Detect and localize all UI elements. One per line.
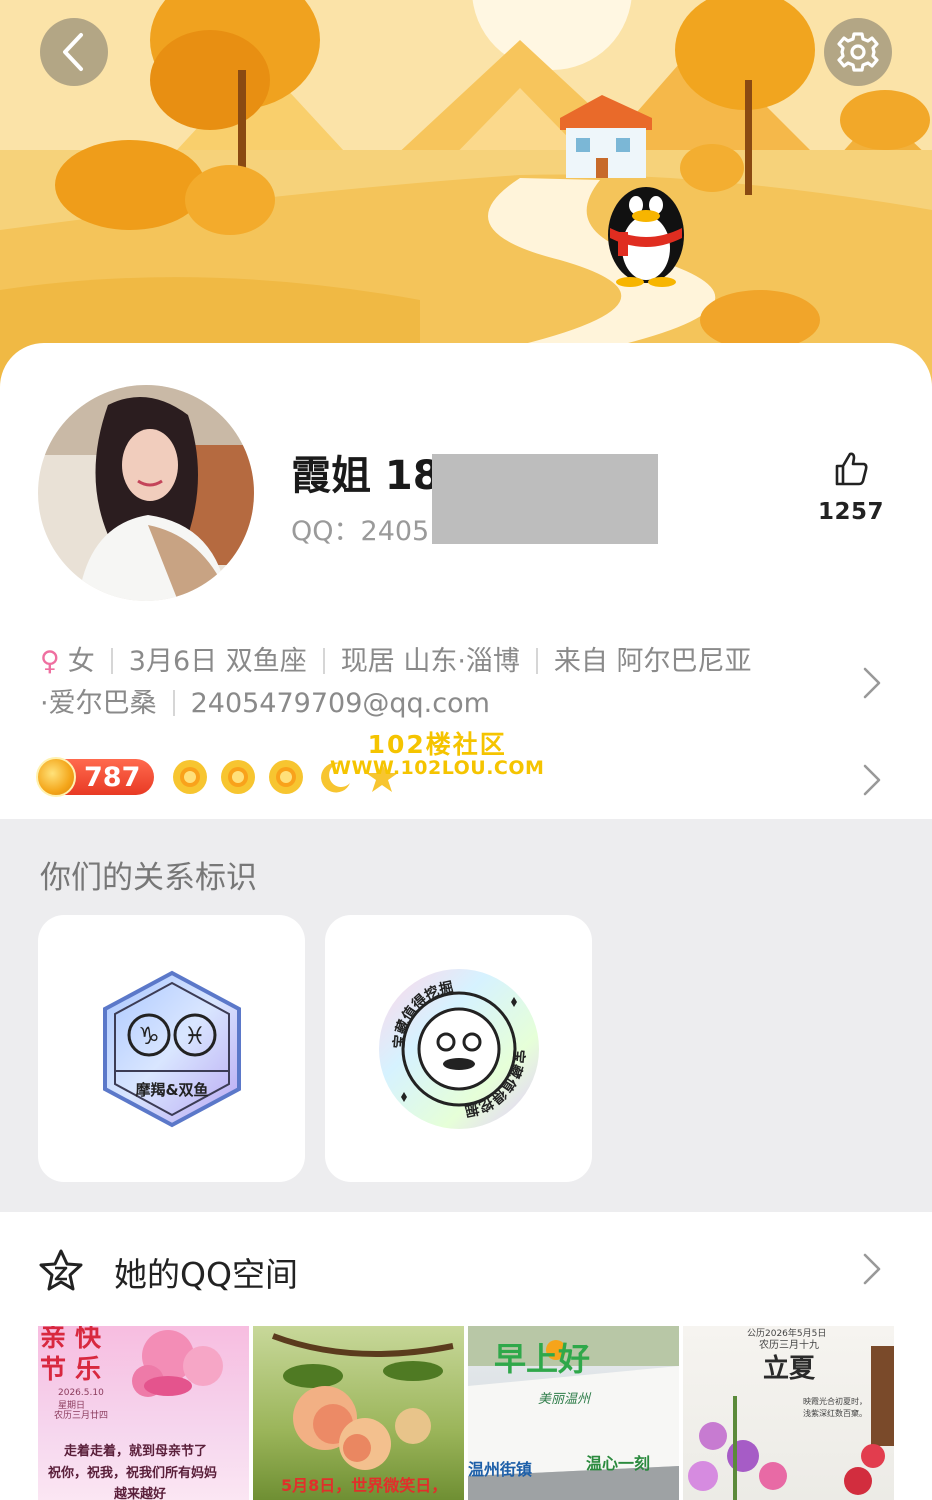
watermark: 102楼社区 WWW.102LOU.COM (330, 725, 544, 779)
gear-icon (837, 32, 879, 72)
avatar[interactable] (38, 385, 254, 601)
divider (322, 648, 325, 674)
chevron-right-icon[interactable] (862, 666, 882, 700)
like-count: 1257 (817, 499, 884, 525)
hometown-text-cont: ·爱尔巴桑 (40, 688, 157, 719)
level-points: 787 (84, 761, 141, 793)
sun-icon (221, 760, 256, 794)
female-icon: ♀ (40, 646, 60, 677)
divider (110, 648, 113, 674)
treasure-badge-icon: 宝藏值得挖掘 宝藏值得挖掘 (378, 968, 539, 1129)
chevron-left-icon (63, 33, 83, 71)
settings-button[interactable] (824, 18, 892, 86)
profile-info[interactable]: ♀ 女 3月6日 双鱼座 现居 山东·淄博 来自 阿尔巴尼亚 ·爱尔巴桑 240547970… (40, 641, 830, 725)
chevron-right-icon[interactable] (862, 763, 882, 797)
thumbs-up-icon (835, 452, 868, 486)
back-button[interactable] (40, 18, 108, 86)
qzone-photo[interactable]: 早上好 美丽温州 温心一刻 温州街镇 (468, 1326, 679, 1500)
photo-title: 早上好 (494, 1340, 591, 1378)
profile-card: 霞姐 18 QQ：2405 1257 ♀ 女 3月6日 双鱼座 现居 山东·淄博 来自 … (0, 343, 932, 819)
cover-image (0, 0, 932, 400)
qzone-photo[interactable]: 公历2026年5月5日 农历三月十九 立夏 映霞光合初夏时， 浅紫深红数百窠。 (683, 1326, 894, 1500)
sun-icon (173, 760, 208, 794)
photo-sub: 美丽温州 (538, 1392, 591, 1407)
qq-value: 2405 (360, 516, 430, 547)
chevron-right-icon[interactable] (862, 1252, 882, 1286)
qzone-title[interactable]: 她的QQ空间 (114, 1248, 298, 1296)
qzone-photo[interactable]: 5月8日，世界微笑日， (253, 1326, 464, 1500)
zodiac-badge-icon: ♑ ♓ 摩羯&双鱼 (102, 970, 241, 1127)
hometown-text: 来自 阿尔巴尼亚 (553, 646, 752, 677)
birthday-text: 3月6日 双鱼座 (128, 646, 307, 677)
photo-caption: 5月8日，世界微笑日， (281, 1476, 448, 1495)
svg-text:♑: ♑ (138, 1022, 160, 1050)
sun-icon (269, 760, 304, 794)
level-badge: 787 (36, 757, 155, 797)
photo-caption: 温心一刻 (586, 1454, 651, 1473)
photo-lunar: 农历三月廿四 (54, 1411, 109, 1421)
divider (172, 690, 175, 716)
profile-name: 霞姐 18 (291, 453, 441, 499)
photo-title: 立夏 (763, 1354, 816, 1384)
qzone-star-icon (39, 1249, 83, 1291)
photo-date: 2026.5.10 (58, 1388, 104, 1398)
svg-text:♓: ♓ (184, 1022, 206, 1050)
relation-badge-treasure[interactable]: 宝藏值得挖掘 宝藏值得挖掘 (325, 915, 592, 1182)
email-text: 2405479709@qq.com (190, 688, 490, 719)
photo-caption-2: 祝你，祝我，祝我们所有妈妈 (48, 1466, 218, 1481)
qzone-section: 她的QQ空间 亲 快 节 乐 2026.5.10 星期日 农历三月廿四 走着走着… (0, 1212, 932, 1500)
divider (535, 648, 538, 674)
redaction-box (432, 454, 658, 544)
photo-caption-2: 温州街镇 (468, 1460, 533, 1479)
relation-title: 你们的关系标识 (40, 860, 257, 896)
photo-caption-3: 越来越好 (114, 1487, 167, 1500)
watermark-title: 102楼社区 (367, 730, 507, 759)
qzone-photo[interactable]: 亲 快 节 乐 2026.5.10 星期日 农历三月廿四 走着走着，就到母亲节了… (38, 1326, 249, 1500)
photo-caption: 走着走着，就到母亲节了 (64, 1444, 208, 1459)
qq-label: QQ： (291, 516, 361, 547)
watermark-url: WWW.102LOU.COM (330, 757, 545, 779)
photo-poem: 映霞光合初夏时， (803, 1397, 867, 1406)
photo-poem-2: 浅紫深红数百窠。 (803, 1409, 867, 1418)
zodiac-badge-label: 摩羯&双鱼 (135, 1081, 208, 1099)
qq-number: QQ：2405 (291, 509, 429, 548)
photo-title: 亲 快 节 乐 (40, 1326, 102, 1385)
coin-icon (36, 757, 76, 797)
location-text: 现居 山东·淄博 (340, 646, 520, 677)
like-button[interactable]: 1257 (806, 451, 896, 525)
gender-text: 女 (67, 646, 95, 677)
relation-badge-zodiac[interactable]: ♑ ♓ 摩羯&双鱼 (38, 915, 305, 1182)
